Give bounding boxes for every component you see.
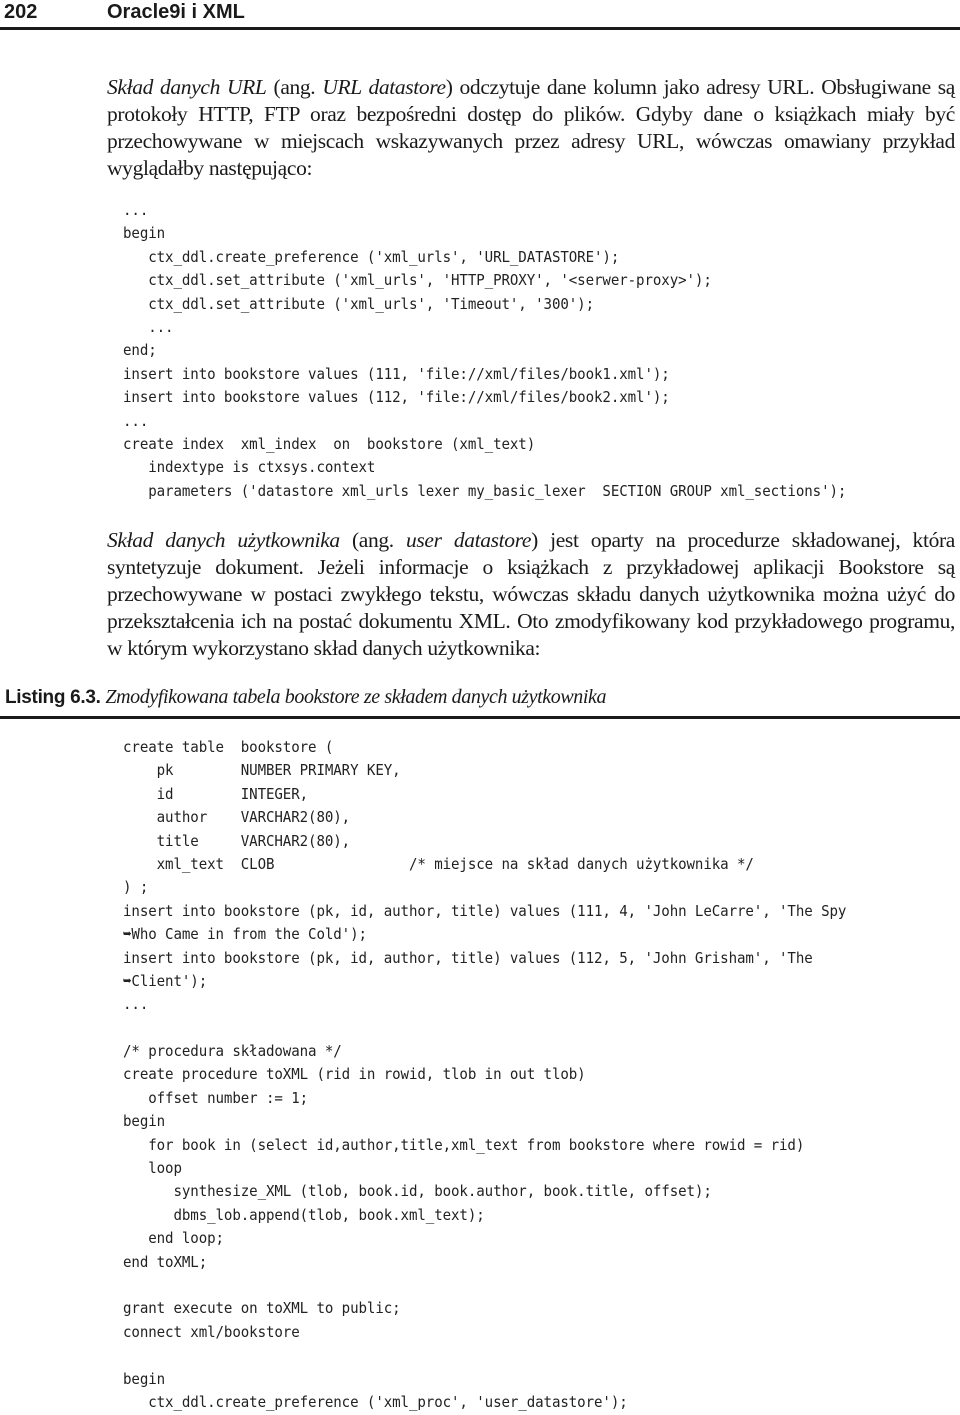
- ang-prefix: (ang.: [266, 75, 323, 99]
- code-line: synthesize_XML (tlob, book.id, book.auth…: [123, 1182, 712, 1201]
- code-line: ➥Who Came in from the Cold');: [123, 925, 367, 944]
- code-line: begin: [123, 1112, 166, 1131]
- code-line: ...: [123, 317, 174, 336]
- code-block-listing-6-3: create table bookstore ( pk NUMBER PRIMA…: [123, 736, 846, 1414]
- code-line: ➥Client');: [123, 971, 208, 990]
- code-line: insert into bookstore values (112, 'file…: [123, 388, 670, 407]
- code-line: ctx_ddl.set_attribute ('xml_urls', 'Time…: [123, 294, 595, 313]
- code-line: pk NUMBER PRIMARY KEY,: [123, 761, 401, 780]
- code-line: ...: [123, 411, 149, 430]
- running-title: Oracle9i i XML: [107, 1, 245, 23]
- listing-rule: [0, 716, 960, 719]
- term-url-datastore: Skład danych URL: [107, 75, 267, 99]
- ang-prefix: (ang.: [339, 528, 407, 552]
- code-line: ctx_ddl.create_preference ('xml_proc', '…: [123, 1392, 628, 1411]
- code-line: ...: [123, 201, 149, 219]
- paragraph-url-datastore: Skład danych URL (ang. URL datastore) od…: [107, 74, 955, 182]
- code-line: end loop;: [123, 1229, 224, 1248]
- code-line: end toXML;: [123, 1252, 208, 1271]
- code-line: create table bookstore (: [123, 738, 334, 756]
- page-header: 202 Oracle9i i XML: [0, 0, 960, 30]
- code-block-url-datastore: ... begin ctx_ddl.create_preference ('xml…: [123, 199, 846, 503]
- code-line: begin: [123, 224, 166, 243]
- term-user-datastore: Skład danych użytkownika: [107, 528, 340, 552]
- code-line: loop: [123, 1159, 182, 1178]
- code-line: for book in (select id,author,title,xml_…: [123, 1135, 805, 1154]
- code-line: parameters ('datastore xml_urls lexer my…: [123, 481, 847, 500]
- term-user-datastore-en: user datastore: [406, 528, 532, 552]
- code-line: dbms_lob.append(tlob, book.xml_text);: [123, 1205, 485, 1224]
- code-line: /* procedura składowana */: [123, 1042, 342, 1061]
- code-line: offset number := 1;: [123, 1088, 309, 1107]
- code-line: end;: [123, 341, 157, 360]
- code-line: indextype is ctxsys.context: [123, 458, 376, 477]
- listing-title: Zmodyfikowana tabela bookstore ze składe…: [105, 686, 607, 708]
- code-line: create procedure toXML (rid in rowid, tl…: [123, 1065, 586, 1084]
- term-url-datastore-en: URL datastore: [322, 75, 446, 99]
- code-line: insert into bookstore values (111, 'file…: [123, 364, 670, 383]
- header-rule: [0, 27, 960, 30]
- code-line: grant execute on toXML to public;: [123, 1299, 401, 1318]
- code-line: begin: [123, 1369, 166, 1388]
- code-line: insert into bookstore (pk, id, author, t…: [123, 901, 847, 920]
- code-line: xml_text CLOB /* miejsce na skład danych…: [123, 854, 754, 873]
- code-line: title VARCHAR2(80),: [123, 831, 351, 850]
- listing-label: Listing 6.3.: [5, 687, 101, 708]
- page-number: 202: [4, 1, 38, 23]
- code-line: ...: [123, 995, 149, 1014]
- code-line: ctx_ddl.set_attribute ('xml_urls', 'HTTP…: [123, 271, 712, 290]
- code-line: ctx_ddl.create_preference ('xml_urls', '…: [123, 247, 620, 266]
- code-line: create index xml_index on bookstore (xml…: [123, 434, 536, 453]
- listing-caption: Listing 6.3. Zmodyfikowana tabela bookst…: [5, 686, 607, 709]
- code-line: insert into bookstore (pk, id, author, t…: [123, 948, 813, 967]
- code-line: author VARCHAR2(80),: [123, 808, 351, 827]
- paragraph-user-datastore: Skład danych użytkownika (ang. user data…: [107, 527, 955, 662]
- code-line: connect xml/bookstore: [123, 1322, 300, 1341]
- code-line: ) ;: [123, 878, 149, 897]
- code-line: id INTEGER,: [123, 784, 309, 803]
